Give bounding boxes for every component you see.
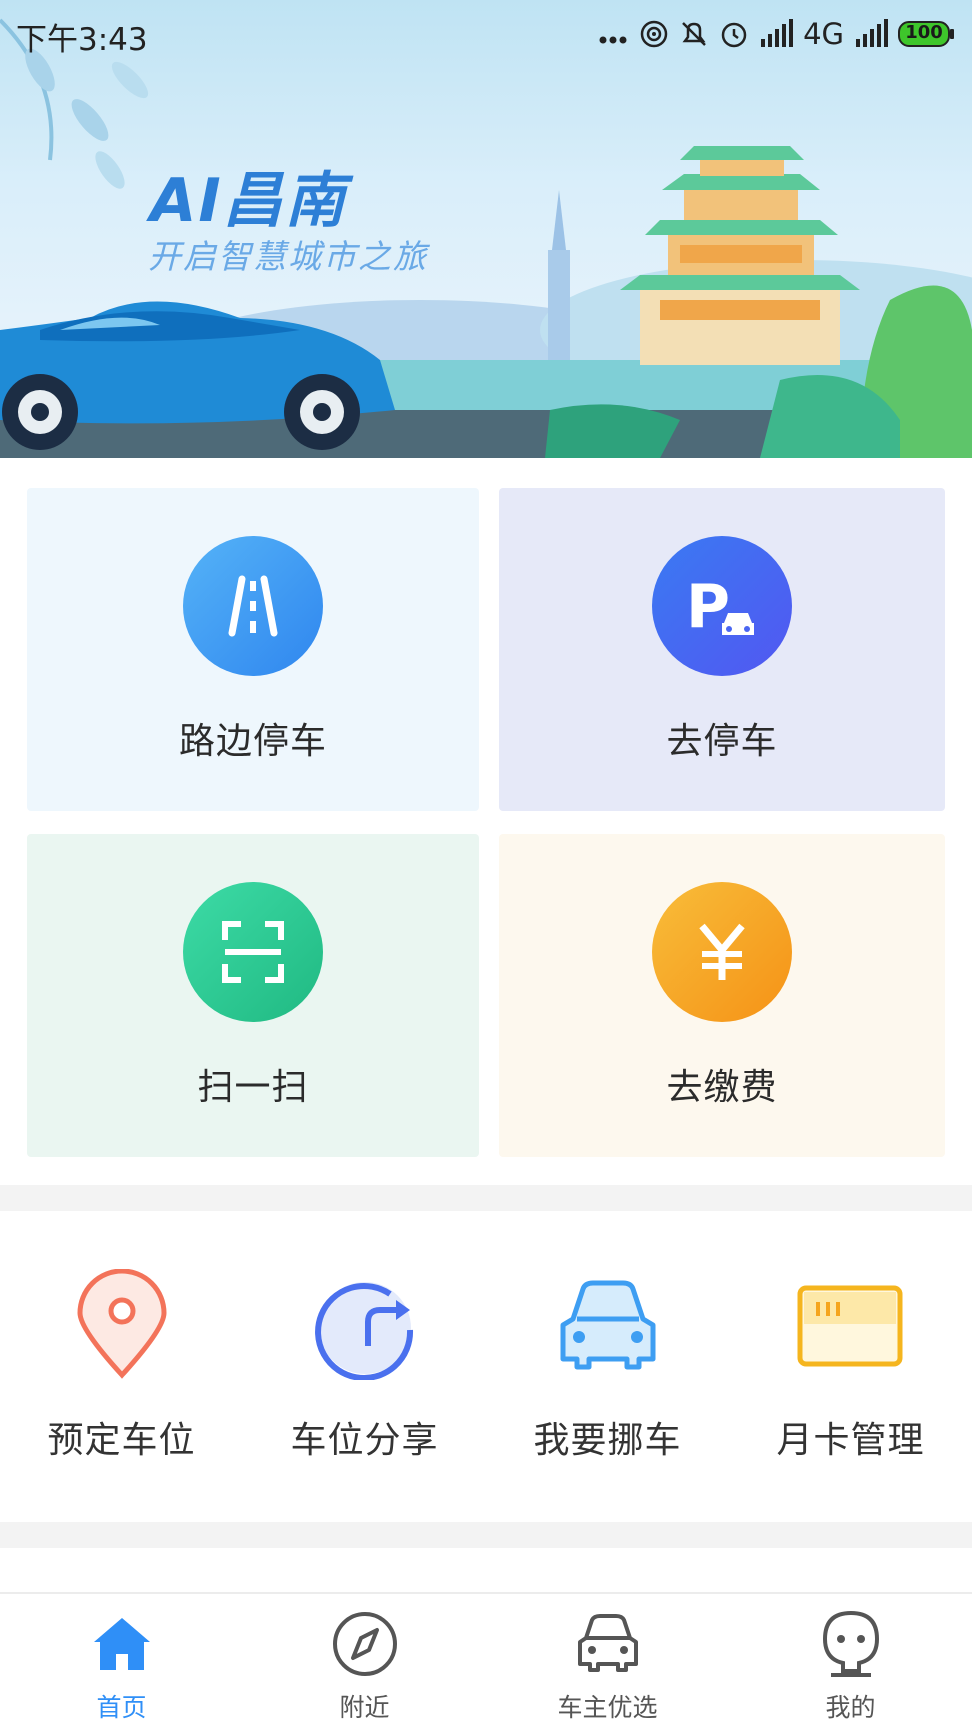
status-icons: 4G 100 [597, 14, 956, 54]
action-label: 车位分享 [290, 1420, 439, 1461]
home-icon [86, 1608, 158, 1680]
network-type: 4G [803, 17, 844, 51]
banner-illustration [0, 18, 972, 458]
hotspot-icon [639, 14, 669, 54]
nav-home[interactable]: 首页 [0, 1594, 243, 1730]
action-label: 预定车位 [47, 1420, 196, 1461]
banner[interactable]: AI昌南 开启智慧城市之旅 [0, 0, 972, 458]
nav-mine[interactable]: 我的 [729, 1594, 972, 1730]
action-move-car[interactable]: 我要挪车 [486, 1265, 729, 1465]
tile-pay[interactable]: 去缴费 [499, 834, 945, 1157]
alarm-icon [719, 14, 749, 54]
section-divider [0, 1185, 972, 1211]
action-label: 月卡管理 [776, 1420, 925, 1461]
section-divider [0, 1522, 972, 1548]
car-icon [572, 1608, 644, 1680]
nav-nearby[interactable]: 附近 [243, 1594, 486, 1730]
car-front-icon [548, 1265, 668, 1385]
parking-car-icon: P [652, 536, 792, 676]
road-icon [183, 536, 323, 676]
scan-icon [183, 882, 323, 1022]
bottom-nav: 首页 附近 车主优选 我的 [0, 1592, 972, 1730]
action-monthly-card[interactable]: 月卡管理 [729, 1265, 972, 1465]
signal-icon [854, 14, 888, 54]
tile-roadside-parking[interactable]: 路边停车 [27, 488, 479, 811]
tile-go-parking[interactable]: P 去停车 [499, 488, 945, 811]
action-label: 我要挪车 [533, 1420, 682, 1461]
nav-label: 车主优选 [557, 1693, 658, 1722]
nav-owner-picks[interactable]: 车主优选 [486, 1594, 729, 1730]
tile-label: 扫一扫 [197, 1067, 309, 1108]
person-icon [815, 1608, 887, 1680]
tile-label: 去缴费 [666, 1067, 778, 1108]
signal-icon [759, 14, 794, 54]
status-time: 下午3:43 [16, 22, 148, 58]
status-bar: 下午3:43 4G 100 [0, 0, 972, 66]
tile-label: 路边停车 [178, 721, 327, 762]
nav-label: 我的 [825, 1693, 876, 1722]
action-spot-share[interactable]: 车位分享 [243, 1265, 486, 1465]
yuan-icon [652, 882, 792, 1022]
tile-label: 去停车 [666, 721, 778, 762]
battery-level: 100 [905, 22, 943, 43]
action-reserve-spot[interactable]: 预定车位 [0, 1265, 243, 1465]
tile-scan[interactable]: 扫一扫 [27, 834, 479, 1157]
battery-icon: 100 [898, 14, 956, 54]
nav-label: 附近 [339, 1693, 390, 1722]
share-refresh-icon [305, 1265, 425, 1385]
card-icon [791, 1265, 911, 1385]
banner-title: AI昌南 [150, 166, 347, 236]
mute-bell-icon [679, 14, 709, 54]
compass-icon [329, 1608, 401, 1680]
banner-subtitle: 开启智慧城市之旅 [148, 237, 428, 276]
nav-label: 首页 [96, 1693, 147, 1722]
location-pin-icon [62, 1265, 182, 1385]
more-dots-icon [597, 14, 629, 54]
